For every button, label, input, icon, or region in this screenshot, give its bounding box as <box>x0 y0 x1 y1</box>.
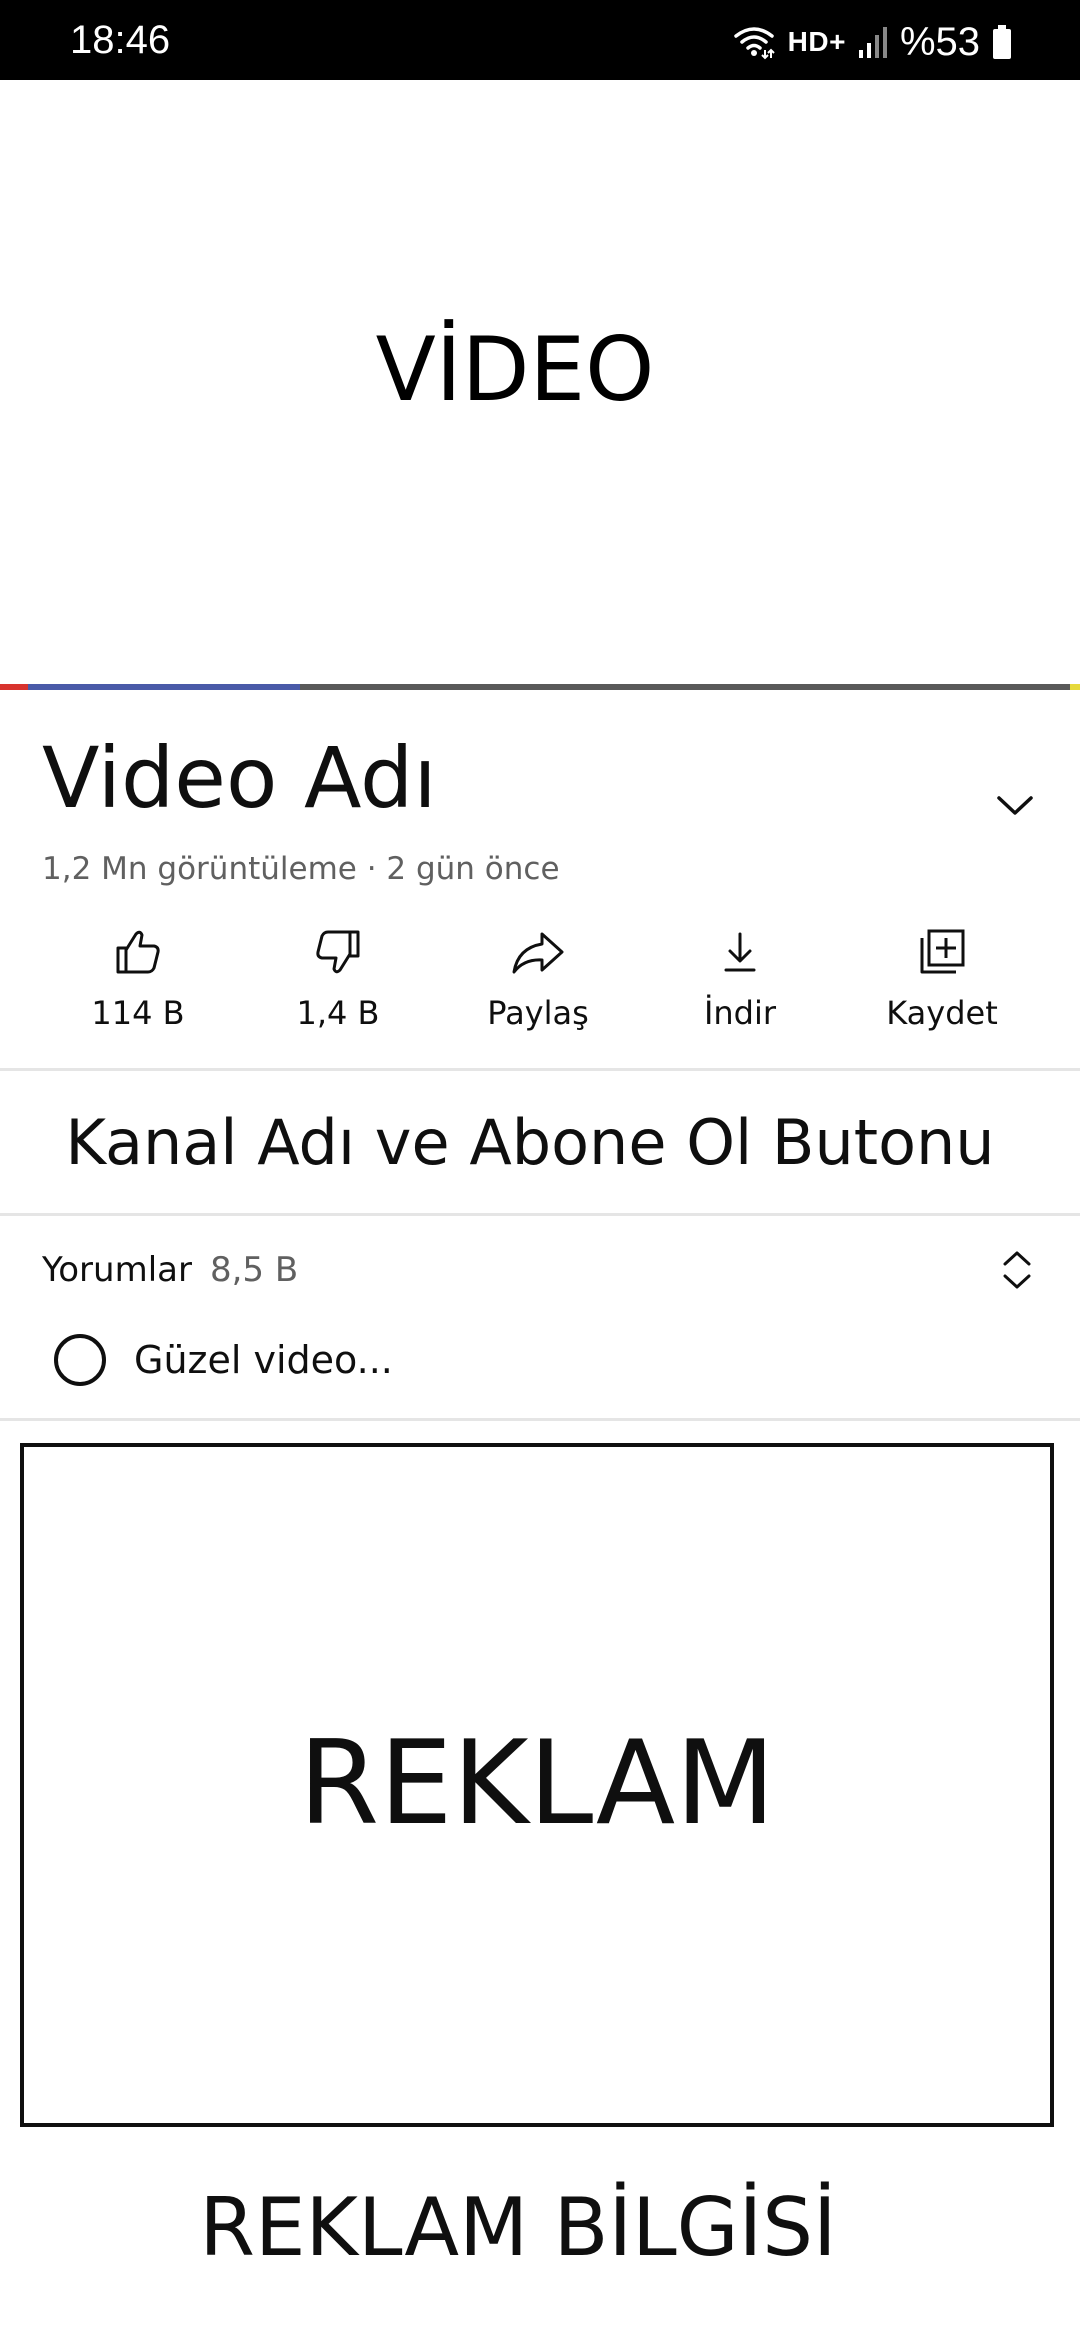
divider <box>0 1213 1080 1216</box>
battery-icon <box>992 25 1012 59</box>
save-label: Kaydet <box>886 994 998 1032</box>
video-title[interactable]: Video Adı <box>42 730 437 826</box>
share-label: Paylaş <box>487 994 589 1032</box>
comments-header[interactable]: Yorumlar 8,5 B <box>42 1250 298 1290</box>
dislike-button[interactable]: 1,4 B <box>238 920 438 1040</box>
signal-icon <box>858 26 888 58</box>
expand-collapse-icon[interactable] <box>1000 1248 1034 1292</box>
wifi-icon <box>732 24 776 60</box>
share-button[interactable]: Paylaş <box>438 920 638 1040</box>
comment-preview[interactable]: Güzel video... <box>54 1330 393 1390</box>
thumbs-down-icon <box>238 926 438 978</box>
video-placeholder: VİDEO <box>375 318 655 421</box>
ad-banner[interactable]: REKLAM <box>20 1443 1054 2127</box>
comments-count: 8,5 B <box>209 1250 299 1290</box>
download-icon <box>640 926 840 978</box>
action-bar: 114 B 1,4 B Paylaş İndir Kaydet <box>0 920 1080 1040</box>
divider <box>0 1418 1080 1421</box>
progress-played <box>0 684 28 690</box>
dislike-count: 1,4 B <box>296 994 380 1032</box>
download-button[interactable]: İndir <box>640 920 840 1040</box>
avatar <box>54 1334 106 1386</box>
channel-row[interactable]: Kanal Adı ve Abone Ol Butonu <box>0 1072 1080 1212</box>
status-time: 18:46 <box>70 18 171 62</box>
battery-percent: %53 <box>899 20 980 64</box>
share-icon <box>438 926 638 978</box>
network-type: HD+ <box>787 26 846 57</box>
status-indicators: HD+ %53 <box>732 20 1012 64</box>
divider <box>0 1068 1080 1071</box>
like-button[interactable]: 114 B <box>38 920 238 1040</box>
like-count: 114 B <box>91 994 185 1032</box>
ad-placeholder: REKLAM <box>298 1716 776 1851</box>
video-meta[interactable]: 1,2 Mn görüntüleme · 2 gün önce <box>42 850 560 888</box>
comments-heading: Yorumlar <box>42 1250 192 1290</box>
status-bar: 18:46 HD+ %53 <box>0 0 1080 80</box>
progress-marker <box>1070 684 1080 690</box>
download-label: İndir <box>703 994 777 1032</box>
channel-placeholder: Kanal Adı ve Abone Ol Butonu <box>65 1106 995 1179</box>
video-progress-bar[interactable] <box>0 684 1080 690</box>
thumbs-up-icon <box>38 926 238 978</box>
comment-text: Güzel video... <box>134 1338 393 1382</box>
save-button[interactable]: Kaydet <box>842 920 1042 1040</box>
chevron-down-icon[interactable] <box>996 790 1034 820</box>
video-player[interactable]: VİDEO <box>0 80 1080 686</box>
progress-buffered <box>28 684 300 690</box>
save-playlist-icon <box>842 926 1042 978</box>
ad-info[interactable]: REKLAM BİLGİSİ <box>0 2180 1036 2276</box>
